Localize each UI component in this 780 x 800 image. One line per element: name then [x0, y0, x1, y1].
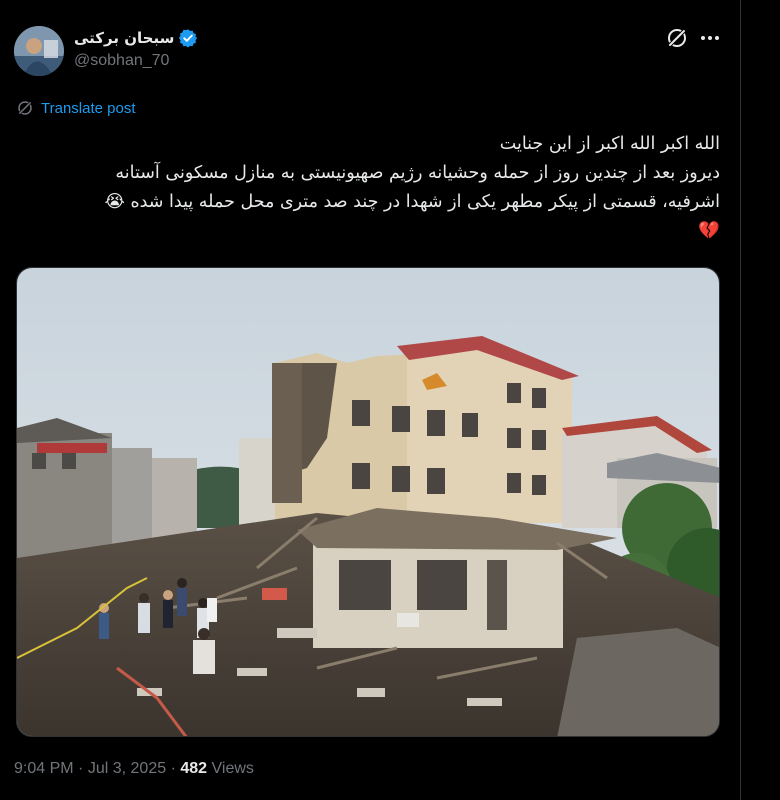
display-name-row: سبحان برکتی: [74, 28, 198, 48]
post-line: اشرفیه، قسمتی از پیکر مطهر یکی از شهدا د…: [104, 192, 720, 212]
post-date[interactable]: Jul 3, 2025: [88, 760, 166, 777]
views-count: 482: [180, 760, 208, 777]
author-names: سبحان برکتی @sobhan_70: [74, 28, 198, 70]
post-header: سبحان برکتی @sobhan_70: [14, 26, 724, 80]
translate-label: Translate post: [41, 99, 136, 117]
views-label: Views: [211, 760, 254, 777]
post-line: دیروز بعد از چندین روز از حمله وحشیانه ر…: [115, 163, 720, 183]
column-divider: [740, 0, 741, 800]
translate-post-button[interactable]: Translate post: [16, 99, 136, 117]
post-text: الله اکبر الله اکبر از این جنایت دیروز ب…: [16, 130, 720, 246]
handle[interactable]: @sobhan_70: [74, 52, 198, 70]
more-icon[interactable]: [698, 26, 722, 50]
meta-separator: ·: [78, 760, 84, 777]
grok-icon[interactable]: [665, 26, 689, 50]
post-line: الله اکبر الله اکبر از این جنایت: [499, 134, 720, 154]
avatar[interactable]: [14, 26, 64, 76]
translate-globe-icon: [17, 100, 33, 116]
verified-badge-icon: [178, 28, 198, 48]
post-meta: 9:04 PM · Jul 3, 2025 · 482 Views: [14, 760, 254, 778]
post-line: 💔: [698, 221, 720, 241]
post-image[interactable]: [16, 267, 720, 737]
meta-separator: ·: [170, 760, 176, 777]
destroyed-building-photo: [17, 268, 719, 736]
display-name[interactable]: سبحان برکتی: [74, 29, 174, 47]
post-time[interactable]: 9:04 PM: [14, 760, 74, 777]
